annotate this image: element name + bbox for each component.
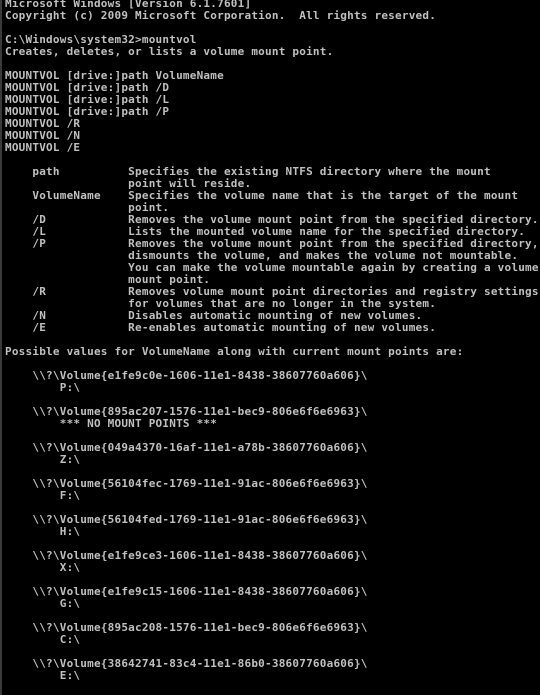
volume-name-line: \\?\Volume{56104fed-1769-11e1-91ac-806e6… xyxy=(5,513,368,526)
volume-mount-point-line: E:\ xyxy=(5,669,81,682)
console-text-buffer[interactable]: Microsoft Windows [Version 6.1.7601] Copy… xyxy=(2,0,540,695)
volume-name-line: \\?\Volume{e1fe9ce3-1606-11e1-8438-38607… xyxy=(5,549,368,562)
volume-mount-point-line: C:\ xyxy=(5,633,81,646)
volume-name-line: \\?\Volume{895ac208-1576-11e1-bec9-806e6… xyxy=(5,621,368,634)
volume-name-line: \\?\Volume{38642741-83c4-11e1-86b0-38607… xyxy=(5,657,368,670)
volume-mount-point-line: H:\ xyxy=(5,525,81,538)
volume-mount-point-line: P:\ xyxy=(5,381,81,394)
volumes-header-line: Possible values for VolumeName along wit… xyxy=(5,345,464,358)
command-description-line: Creates, deletes, or lists a volume moun… xyxy=(5,45,334,58)
usage-line: MOUNTVOL /N xyxy=(5,129,81,142)
usage-line: MOUNTVOL [drive:]path /P xyxy=(5,105,170,118)
volume-mount-point-line: F:\ xyxy=(5,489,81,502)
volume-mount-point-line: G:\ xyxy=(5,597,81,610)
command-prompt-window[interactable]: Microsoft Windows [Version 6.1.7601] Copy… xyxy=(0,0,540,695)
volume-name-line: \\?\Volume{e1fe9c0e-1606-11e1-8438-38607… xyxy=(5,369,368,382)
volume-mount-point-line: *** NO MOUNT POINTS *** xyxy=(5,417,218,430)
volume-mount-point-line: X:\ xyxy=(5,561,81,574)
parameter-row: /E Re-enables automatic mounting of new … xyxy=(5,321,437,334)
usage-line: MOUNTVOL /R xyxy=(5,117,81,130)
volume-mount-point-line: Z:\ xyxy=(5,453,81,466)
usage-line: MOUNTVOL /E xyxy=(5,141,81,154)
volume-name-line: \\?\Volume{e1fe9c15-1606-11e1-8438-38607… xyxy=(5,585,368,598)
volume-name-line: \\?\Volume{56104fec-1769-11e1-91ac-806e6… xyxy=(5,477,368,490)
volume-name-line: \\?\Volume{049a4370-16af-11e1-a78b-38607… xyxy=(5,441,368,454)
banner-copyright-line: Copyright (c) 2009 Microsoft Corporation… xyxy=(5,9,437,22)
